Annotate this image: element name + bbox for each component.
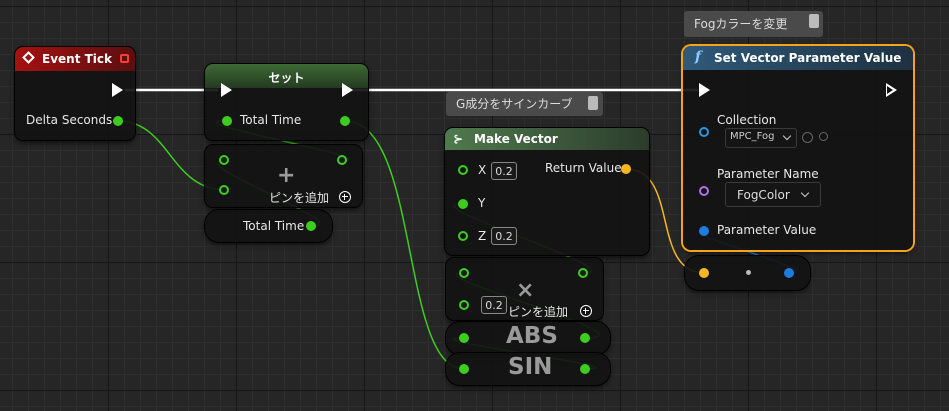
add-node[interactable]: + ピンを追加 xyxy=(205,145,362,207)
collection-pin[interactable] xyxy=(699,127,709,137)
abs-input-pin[interactable] xyxy=(459,333,469,343)
delta-seconds-pin[interactable] xyxy=(113,116,123,126)
parameter-name-value: FogColor xyxy=(737,188,790,202)
make-vector-return-label: Return Value xyxy=(545,161,622,175)
abs-node[interactable]: ABS xyxy=(446,322,610,354)
make-vector-z-pin[interactable] xyxy=(458,231,468,241)
comment-text: G成分をサインカーブ xyxy=(456,97,573,111)
set-total-out-pin[interactable] xyxy=(340,116,350,126)
multiply-output-pin[interactable] xyxy=(578,268,588,278)
function-icon: f xyxy=(695,49,702,65)
get-total-out-pin[interactable] xyxy=(306,221,316,231)
use-selected-arrow-icon[interactable] xyxy=(802,132,813,143)
multiply-add-pin-label[interactable]: ピンを追加 xyxy=(508,303,568,320)
set-variable-node[interactable]: セット Total Time xyxy=(205,64,368,140)
add-input-a-pin[interactable] xyxy=(219,155,229,165)
set-exec-in-pin[interactable] xyxy=(221,83,232,97)
collection-dropdown[interactable]: MPC_Fog xyxy=(725,128,797,148)
make-vector-header: ⊱ Make Vector xyxy=(445,128,649,150)
make-vector-z-input[interactable]: 0.2 xyxy=(491,227,517,245)
sin-output-pin[interactable] xyxy=(580,364,590,374)
comment-bubble-icon xyxy=(587,96,598,110)
comment-fog-color[interactable]: Fogカラーを変更 xyxy=(684,11,824,37)
make-vector-x-pin[interactable] xyxy=(458,165,468,175)
parameter-name-pin[interactable] xyxy=(699,186,709,196)
abs-output-pin[interactable] xyxy=(580,333,590,343)
delta-seconds-label: Delta Seconds xyxy=(26,113,113,127)
multiply-b-input[interactable]: 0.2 xyxy=(481,296,507,314)
set-vector-exec-in-pin[interactable] xyxy=(699,83,710,97)
make-vector-node[interactable]: ⊱ Make Vector X 0.2 Return Value Y Z 0.2 xyxy=(445,128,649,255)
make-vector-x-input[interactable]: 0.2 xyxy=(491,162,517,180)
set-total-label: Total Time xyxy=(240,113,302,127)
convert-dot-icon xyxy=(746,270,751,275)
multiply-operator-label: × xyxy=(516,278,535,303)
make-vector-z-label: Z xyxy=(478,229,487,243)
comment-text: Fogカラーを変更 xyxy=(694,17,788,31)
multiply-input-a-pin[interactable] xyxy=(459,268,469,278)
get-total-time-node[interactable]: Total Time xyxy=(205,210,332,242)
sin-node[interactable]: SIN xyxy=(446,353,610,385)
comment-g-component[interactable]: G成分をサインカーブ xyxy=(446,92,603,116)
event-tick-title: Event Tick xyxy=(42,52,113,66)
convert-output-pin[interactable] xyxy=(784,268,794,278)
parameter-name-dropdown[interactable]: FogColor xyxy=(725,182,821,207)
comment-bubble-icon xyxy=(809,14,820,28)
add-operator-label: + xyxy=(277,163,296,188)
multiply-input-b-pin[interactable] xyxy=(459,300,469,310)
make-vector-y-pin[interactable] xyxy=(458,199,468,209)
set-vector-parameter-node[interactable]: f Set Vector Parameter Value Collection … xyxy=(683,46,913,250)
chevron-down-icon xyxy=(800,188,810,198)
set-total-in-pin[interactable] xyxy=(222,116,232,126)
set-vector-title: Set Vector Parameter Value xyxy=(714,51,902,65)
make-vector-y-label: Y xyxy=(478,196,486,210)
make-vector-title: Make Vector xyxy=(474,132,558,146)
make-vector-icon: ⊱ xyxy=(453,132,464,146)
make-vector-return-pin[interactable] xyxy=(621,164,631,174)
multiply-add-pin-plus-icon[interactable] xyxy=(580,305,592,317)
vector-to-linear-color-node[interactable] xyxy=(685,256,810,290)
parameter-value-label: Parameter Value xyxy=(717,223,817,237)
make-vector-x-label: X xyxy=(478,163,487,177)
delegate-pin-icon[interactable] xyxy=(120,54,129,63)
abs-operator-label: ABS xyxy=(506,323,558,349)
parameter-value-pin[interactable] xyxy=(699,226,709,236)
chevron-down-icon xyxy=(782,131,792,141)
event-tick-header: Event Tick xyxy=(15,47,135,71)
set-vector-header: f Set Vector Parameter Value xyxy=(683,46,913,70)
multiply-node[interactable]: 0.2 × ピンを追加 xyxy=(446,258,603,320)
parameter-name-label: Parameter Name xyxy=(717,167,819,181)
set-vector-exec-out-inner xyxy=(887,86,893,94)
browse-search-icon[interactable] xyxy=(819,132,828,141)
convert-input-pin[interactable] xyxy=(699,268,709,278)
collection-value: MPC_Fog xyxy=(730,131,775,142)
event-tick-node[interactable]: Event Tick Delta Seconds xyxy=(15,47,135,140)
get-total-label: Total Time xyxy=(243,219,305,233)
set-node-title: セット xyxy=(268,71,305,85)
sin-input-pin[interactable] xyxy=(459,364,469,374)
exec-out-pin[interactable] xyxy=(112,83,123,97)
set-exec-out-pin[interactable] xyxy=(342,83,353,97)
add-output-pin[interactable] xyxy=(337,155,347,165)
collection-label: Collection xyxy=(717,113,777,127)
add-input-b-pin[interactable] xyxy=(219,185,229,195)
add-pin-label[interactable]: ピンを追加 xyxy=(269,189,329,206)
sin-operator-label: SIN xyxy=(508,354,553,380)
event-diamond-icon xyxy=(22,51,35,64)
add-pin-plus-icon[interactable] xyxy=(339,191,351,203)
